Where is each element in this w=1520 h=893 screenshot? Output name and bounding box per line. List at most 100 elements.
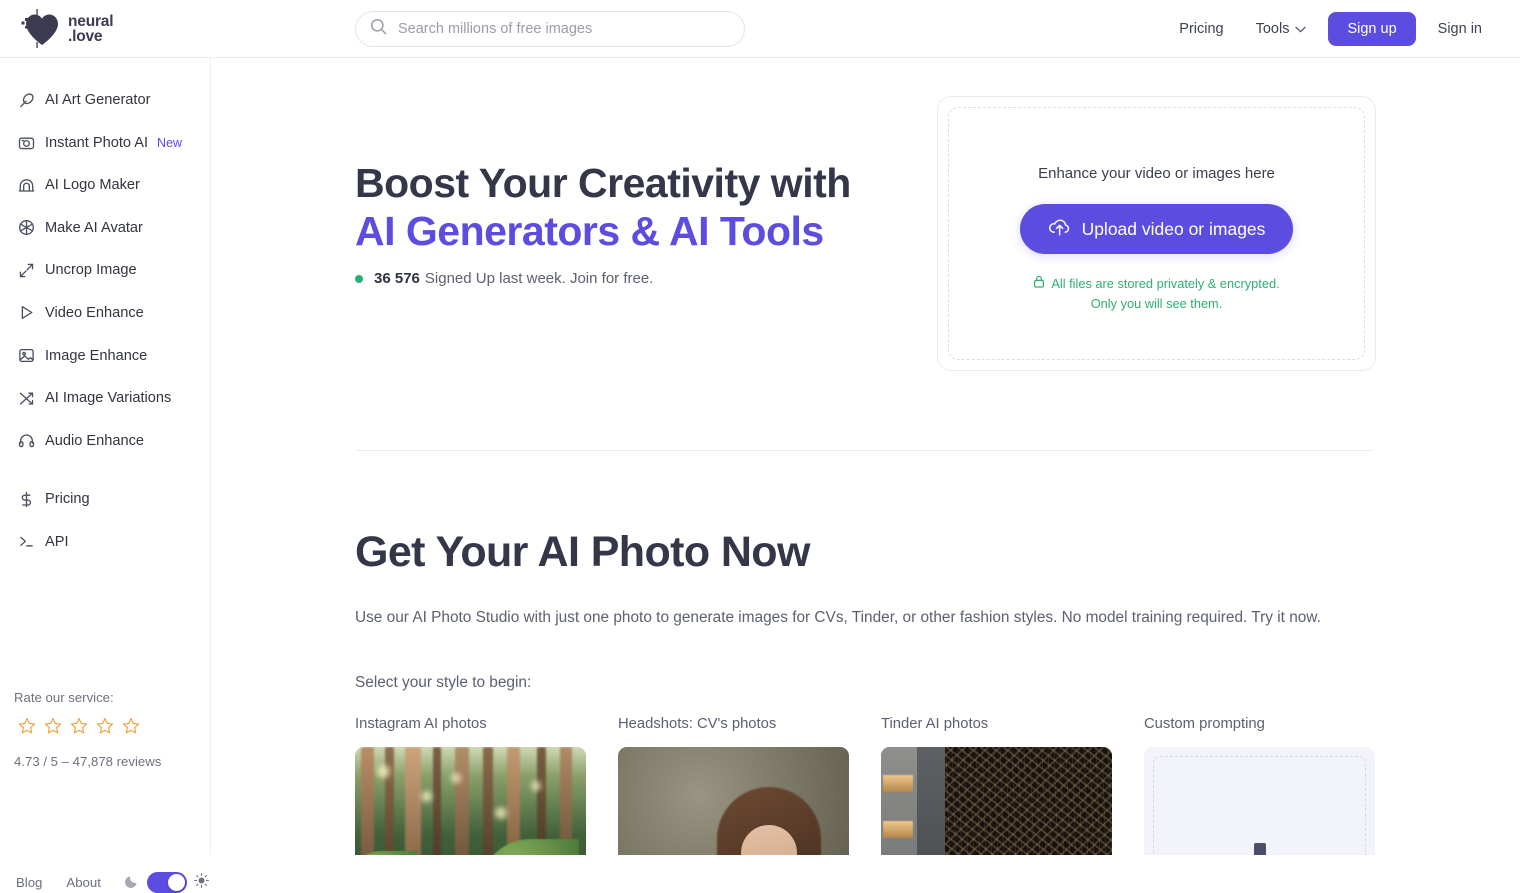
hero-title-line2: AI Generators & AI Tools	[355, 208, 824, 255]
play-triangle-icon	[18, 303, 40, 323]
style-card-label: Tinder AI photos	[881, 716, 989, 732]
sidebar-item-make-ai-avatar[interactable]: Make AI Avatar	[18, 214, 211, 242]
star-outline-icon[interactable]	[70, 717, 88, 740]
upload-card: Enhance your video or images here Upload…	[937, 96, 1376, 371]
style-card-label: Headshots: CV's photos	[618, 716, 777, 732]
switch-knob	[167, 874, 185, 891]
privacy-line-1: All files are stored privately & encrypt…	[1051, 276, 1280, 291]
photo-section-title: Get Your AI Photo Now	[355, 528, 810, 576]
style-card-label: Instagram AI photos	[355, 716, 487, 732]
hero-title-line1: Boost Your Creativity with	[355, 160, 851, 206]
sidebar-footer: Blog About	[16, 872, 209, 893]
dollar-sign-icon	[18, 489, 40, 509]
about-link[interactable]: About	[66, 875, 100, 890]
tinder-photo-illustration	[881, 747, 1112, 855]
section-divider	[355, 450, 1374, 451]
headphones-icon	[18, 431, 40, 451]
sidebar-item-label: AI Art Generator	[45, 92, 151, 108]
hero-title: Boost Your Creativity with AI Generators…	[355, 159, 851, 256]
style-card-placeholder[interactable]	[1144, 747, 1375, 855]
sidebar-item-image-enhance[interactable]: Image Enhance	[18, 342, 211, 370]
nav-pricing-link[interactable]: Pricing	[1163, 21, 1239, 37]
sidebar-item-pricing[interactable]: Pricing	[18, 485, 211, 513]
feather-pen-icon	[18, 90, 40, 110]
search-bar[interactable]	[355, 11, 745, 47]
chevron-down-icon	[1295, 21, 1307, 37]
green-status-dot-icon	[355, 274, 363, 283]
sidebar-item-label: AI Image Variations	[45, 390, 172, 407]
nav-tools-label: Tools	[1255, 21, 1290, 37]
terminal-prompt-icon	[18, 532, 40, 552]
style-card-label: Custom prompting	[1144, 716, 1265, 732]
headshot-photo-illustration	[618, 747, 849, 855]
top-nav-actions: Pricing Tools Sign up Sign in	[1163, 0, 1498, 58]
moon-icon	[124, 873, 140, 893]
signup-text: Signed Up last week. Join for free.	[424, 270, 654, 287]
sidebar-item-badge: New	[157, 135, 183, 150]
sidebar-secondary-nav: Pricing API	[0, 485, 211, 570]
brand-name: neural .love	[68, 12, 114, 45]
sidebar-item-audio-enhance[interactable]: Audio Enhance	[18, 427, 211, 455]
heart-pixel-logo-icon	[20, 8, 64, 49]
privacy-line-2: Only you will see them.	[1090, 295, 1223, 311]
cloud-upload-icon	[1048, 217, 1071, 242]
privacy-note: All files are stored privately & encrypt…	[1033, 274, 1280, 314]
sidebar-item-label: Uncrop Image	[45, 262, 137, 279]
brand-logo[interactable]: neural .love	[20, 7, 190, 51]
photo-section-paragraph: Use our AI Photo Studio with just one ph…	[355, 609, 1321, 626]
upload-dropzone[interactable]: Enhance your video or images here Upload…	[948, 107, 1365, 360]
sidebar-item-ai-art-generator[interactable]: AI Art Generator	[18, 86, 211, 114]
sidebar-item-label: Video Enhance	[45, 304, 144, 321]
sidebar-item-label: Pricing	[45, 491, 90, 507]
sidebar-item-api[interactable]: API	[18, 528, 211, 556]
style-card-thumbnail[interactable]	[618, 747, 849, 855]
upload-button[interactable]: Upload video or images	[1019, 204, 1294, 254]
rating-summary: 4.73 / 5 – 47,878 reviews	[14, 754, 162, 769]
rating-title: Rate our service:	[14, 690, 114, 705]
hero-signup-stat: 36 576 Signed Up last week. Join for fre…	[355, 270, 653, 287]
sign-up-button[interactable]: Sign up	[1328, 12, 1416, 46]
sidebar-item-ai-image-variations[interactable]: AI Image Variations	[18, 384, 211, 412]
dashed-placeholder-border	[1153, 756, 1366, 855]
blog-link[interactable]: Blog	[16, 875, 42, 890]
style-card-tinder[interactable]: Tinder AI photos	[881, 716, 1112, 855]
search-input[interactable]	[398, 21, 728, 37]
dark-mode-switch[interactable]	[146, 872, 187, 893]
style-card-row: Instagram AI photos Headshots: CV's phot…	[355, 716, 1375, 855]
main-content: Boost Your Creativity with AI Generators…	[211, 58, 1520, 855]
sidebar-item-uncrop-image[interactable]: Uncrop Image	[18, 256, 211, 284]
sun-icon	[193, 872, 209, 893]
style-card-instagram[interactable]: Instagram AI photos	[355, 716, 586, 855]
rating-block: Rate our service: 4.73 / 5 – 47,878 revi…	[14, 690, 204, 769]
forest-photo-illustration	[355, 747, 586, 855]
style-card-headshots[interactable]: Headshots: CV's photos	[618, 716, 849, 855]
nav-tools-menu[interactable]: Tools	[1240, 21, 1319, 37]
image-frame-icon	[18, 346, 40, 366]
text-cursor-icon	[1253, 843, 1266, 855]
sidebar-item-label: Audio Enhance	[45, 432, 144, 449]
left-sidebar: AI Art Generator Instant Photo AI New AI Lo…	[0, 58, 211, 893]
style-card-custom[interactable]: Custom prompting	[1144, 716, 1375, 855]
aperture-icon	[18, 218, 40, 238]
sign-in-link[interactable]: Sign in	[1422, 21, 1498, 37]
sidebar-item-label: Instant Photo AI	[45, 134, 149, 151]
star-outline-icon[interactable]	[18, 717, 36, 740]
style-card-thumbnail[interactable]	[881, 747, 1112, 855]
theme-toggle-group[interactable]	[124, 872, 209, 893]
rating-stars[interactable]	[18, 717, 204, 740]
top-header-bar: neural .love Pricing Tools Sign up Sign …	[0, 0, 1520, 58]
sidebar-item-label: AI Logo Maker	[45, 177, 140, 194]
star-outline-icon[interactable]	[44, 717, 62, 740]
star-outline-icon[interactable]	[96, 717, 114, 740]
sidebar-item-video-enhance[interactable]: Video Enhance	[18, 299, 211, 327]
upload-button-label: Upload video or images	[1081, 218, 1266, 239]
sidebar-item-instant-photo-ai[interactable]: Instant Photo AI New	[18, 129, 211, 157]
search-icon	[370, 18, 387, 40]
sidebar-item-label: API	[45, 533, 69, 550]
sidebar-item-ai-logo-maker[interactable]: AI Logo Maker	[18, 171, 211, 199]
expand-arrows-icon	[18, 260, 40, 280]
style-select-prompt: Select your style to begin:	[355, 674, 532, 691]
signup-count: 36 576	[374, 270, 420, 287]
style-card-thumbnail[interactable]	[355, 747, 586, 855]
star-outline-icon[interactable]	[122, 717, 140, 740]
